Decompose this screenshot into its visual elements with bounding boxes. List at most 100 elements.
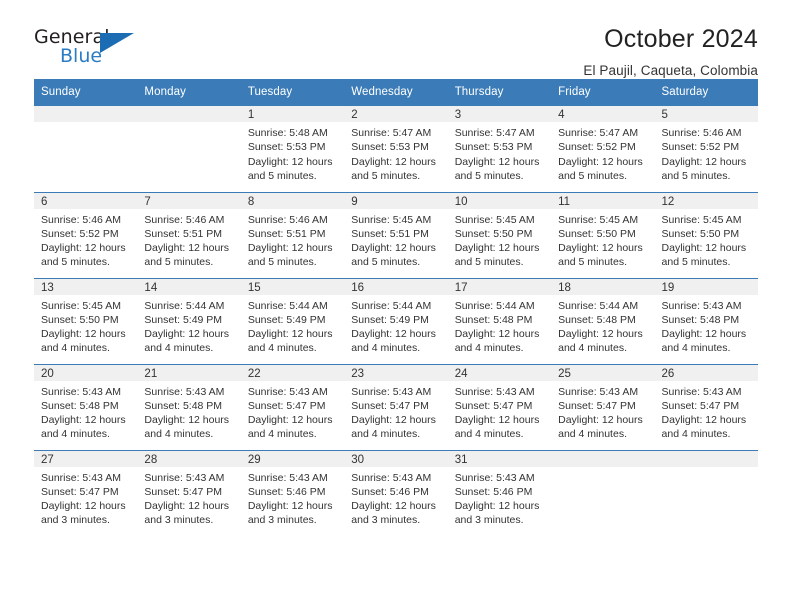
day-details: Sunrise: 5:43 AM Sunset: 5:48 PM Daylight:… — [137, 381, 240, 442]
calendar-day-cell[interactable]: 20 Sunrise: 5:43 AM Sunset: 5:48 PM Dayligh… — [34, 363, 138, 450]
day-details: Sunrise: 5:46 AM Sunset: 5:52 PM Daylight:… — [34, 209, 137, 270]
calendar-day-cell[interactable]: 11 Sunrise: 5:45 AM Sunset: 5:50 PM Dayligh… — [551, 191, 655, 278]
weekday-header-friday: Friday — [551, 79, 655, 106]
calendar-day-cell[interactable]: 28 Sunrise: 5:43 AM Sunset: 5:47 PM Dayligh… — [137, 449, 241, 536]
calendar-day-cell[interactable]: 9 Sunrise: 5:45 AM Sunset: 5:51 PM Daylight… — [344, 191, 448, 278]
calendar-day-cell[interactable]: 13 Sunrise: 5:45 AM Sunset: 5:50 PM Dayligh… — [34, 277, 138, 364]
sunrise-text: Sunrise: 5:45 AM — [351, 213, 432, 226]
day-details: Sunrise: 5:43 AM Sunset: 5:47 PM Daylight:… — [344, 381, 447, 442]
day-number: 31 — [447, 450, 552, 467]
day-details: Sunrise: 5:43 AM Sunset: 5:46 PM Daylight:… — [241, 467, 344, 528]
sunrise-text: Sunrise: 5:47 AM — [558, 127, 639, 139]
sunrise-text: Sunrise: 5:43 AM — [454, 471, 535, 484]
daylight-text: Daylight: 12 hours and 4 minutes. — [351, 328, 436, 355]
sunset-text: Sunset: 5:46 PM — [351, 485, 429, 498]
calendar-day-cell[interactable]: 25 Sunrise: 5:43 AM Sunset: 5:47 PM Dayligh… — [551, 363, 655, 450]
calendar-week-row: 1 Sunrise: 5:48 AM Sunset: 5:53 PM Daylight… — [34, 106, 758, 192]
day-details: Sunrise: 5:47 AM Sunset: 5:52 PM Daylight:… — [551, 122, 654, 183]
calendar-day-cell[interactable]: 1 Sunrise: 5:48 AM Sunset: 5:53 PM Daylight… — [240, 106, 345, 192]
day-details: Sunrise: 5:45 AM Sunset: 5:51 PM Daylight:… — [344, 209, 447, 270]
logo-triangle-icon — [100, 33, 134, 53]
daylight-text: Daylight: 12 hours and 3 minutes. — [454, 500, 540, 527]
calendar-day-cell[interactable]: 5 Sunrise: 5:46 AM Sunset: 5:52 PM Daylight… — [654, 106, 758, 192]
daylight-text: Daylight: 12 hours and 5 minutes. — [41, 242, 126, 269]
sunset-text: Sunset: 5:47 PM — [144, 485, 223, 498]
calendar-day-cell[interactable]: 16 Sunrise: 5:44 AM Sunset: 5:49 PM Dayligh… — [344, 277, 448, 364]
calendar-day-cell[interactable]: 6 Sunrise: 5:46 AM Sunset: 5:52 PM Daylight… — [34, 191, 138, 278]
calendar-day-cell-empty — [137, 106, 241, 192]
sunset-text: Sunset: 5:53 PM — [247, 141, 326, 154]
day-details: Sunrise: 5:44 AM Sunset: 5:48 PM Daylight:… — [551, 295, 654, 356]
daylight-text: Daylight: 12 hours and 4 minutes. — [454, 328, 540, 355]
sunset-text: Sunset: 5:51 PM — [247, 227, 326, 240]
general-blue-logo[interactable]: General Blue — [34, 26, 144, 72]
day-details: Sunrise: 5:43 AM Sunset: 5:47 PM Daylight:… — [34, 467, 137, 528]
day-details: Sunrise: 5:48 AM Sunset: 5:53 PM Daylight:… — [241, 122, 344, 183]
calendar-day-cell[interactable]: 22 Sunrise: 5:43 AM Sunset: 5:47 PM Dayligh… — [240, 363, 345, 450]
calendar-day-cell[interactable]: 10 Sunrise: 5:45 AM Sunset: 5:50 PM Dayligh… — [447, 191, 552, 278]
daylight-text: Daylight: 12 hours and 4 minutes. — [558, 328, 643, 355]
daylight-text: Daylight: 12 hours and 3 minutes. — [351, 500, 436, 527]
calendar-day-cell[interactable]: 15 Sunrise: 5:44 AM Sunset: 5:49 PM Dayligh… — [240, 277, 345, 364]
calendar-day-cell[interactable]: 31 Sunrise: 5:43 AM Sunset: 5:46 PM Dayligh… — [447, 449, 552, 536]
weekday-header-sunday: Sunday — [34, 79, 138, 106]
calendar-day-cell[interactable]: 2 Sunrise: 5:47 AM Sunset: 5:53 PM Daylight… — [344, 106, 448, 192]
day-number: 12 — [654, 192, 758, 209]
day-details: Sunrise: 5:43 AM Sunset: 5:46 PM Daylight:… — [448, 467, 551, 528]
sunset-text: Sunset: 5:48 PM — [144, 399, 223, 412]
calendar-day-cell[interactable]: 18 Sunrise: 5:44 AM Sunset: 5:48 PM Dayligh… — [551, 277, 655, 364]
day-number: 28 — [137, 450, 241, 467]
calendar-day-cell[interactable]: 29 Sunrise: 5:43 AM Sunset: 5:46 PM Dayligh… — [240, 449, 345, 536]
day-details: Sunrise: 5:46 AM Sunset: 5:51 PM Daylight:… — [137, 209, 240, 270]
day-number: 29 — [240, 450, 345, 467]
day-details: Sunrise: 5:46 AM Sunset: 5:51 PM Daylight:… — [241, 209, 344, 270]
day-number: 2 — [344, 106, 448, 122]
day-number: 9 — [344, 192, 448, 209]
sunset-text: Sunset: 5:49 PM — [144, 313, 223, 326]
daylight-text: Daylight: 12 hours and 5 minutes. — [558, 155, 643, 182]
daylight-text: Daylight: 12 hours and 5 minutes. — [558, 242, 643, 269]
calendar-day-cell[interactable]: 26 Sunrise: 5:43 AM Sunset: 5:47 PM Dayligh… — [654, 363, 758, 450]
page-header: General Blue October 2024 El Paujil, Caq… — [34, 0, 758, 79]
daylight-text: Daylight: 12 hours and 4 minutes. — [558, 414, 643, 441]
sunrise-text: Sunrise: 5:43 AM — [41, 471, 121, 484]
calendar-day-cell[interactable]: 4 Sunrise: 5:47 AM Sunset: 5:52 PM Daylight… — [551, 106, 655, 192]
sunset-text: Sunset: 5:50 PM — [558, 227, 636, 240]
calendar-day-cell[interactable]: 21 Sunrise: 5:43 AM Sunset: 5:48 PM Dayligh… — [137, 363, 241, 450]
day-details: Sunrise: 5:44 AM Sunset: 5:48 PM Daylight:… — [448, 295, 551, 356]
daylight-text: Daylight: 12 hours and 4 minutes. — [144, 328, 230, 355]
sunset-text: Sunset: 5:47 PM — [351, 399, 429, 412]
calendar-day-cell[interactable]: 19 Sunrise: 5:43 AM Sunset: 5:48 PM Dayligh… — [654, 277, 758, 364]
calendar-day-cell[interactable]: 27 Sunrise: 5:43 AM Sunset: 5:47 PM Dayligh… — [34, 449, 138, 536]
calendar-week-row: 6 Sunrise: 5:46 AM Sunset: 5:52 PM Daylight… — [34, 191, 758, 278]
sunset-text: Sunset: 5:50 PM — [41, 313, 119, 326]
day-details: Sunrise: 5:45 AM Sunset: 5:50 PM Daylight:… — [551, 209, 654, 270]
sunrise-text: Sunrise: 5:44 AM — [558, 299, 639, 312]
calendar-day-cell[interactable]: 3 Sunrise: 5:47 AM Sunset: 5:53 PM Daylight… — [447, 106, 552, 192]
calendar-day-cell[interactable]: 30 Sunrise: 5:43 AM Sunset: 5:46 PM Dayligh… — [344, 449, 448, 536]
day-number: 11 — [551, 192, 655, 209]
calendar-day-cell[interactable]: 17 Sunrise: 5:44 AM Sunset: 5:48 PM Dayligh… — [447, 277, 552, 364]
daylight-text: Daylight: 12 hours and 5 minutes. — [454, 155, 540, 182]
daylight-text: Daylight: 12 hours and 4 minutes. — [661, 328, 747, 355]
day-number — [654, 450, 758, 467]
calendar-day-cell[interactable]: 12 Sunrise: 5:45 AM Sunset: 5:50 PM Dayligh… — [654, 191, 758, 278]
day-number: 17 — [447, 278, 552, 295]
calendar-day-cell[interactable]: 23 Sunrise: 5:43 AM Sunset: 5:47 PM Dayligh… — [344, 363, 448, 450]
day-number: 22 — [240, 364, 345, 381]
calendar-day-cell[interactable]: 7 Sunrise: 5:46 AM Sunset: 5:51 PM Daylight… — [137, 191, 241, 278]
page-title: October 2024 — [604, 25, 758, 53]
calendar-day-cell[interactable]: 8 Sunrise: 5:46 AM Sunset: 5:51 PM Daylight… — [240, 191, 345, 278]
day-number — [34, 106, 138, 122]
day-number: 19 — [654, 278, 758, 295]
calendar-day-cell[interactable]: 14 Sunrise: 5:44 AM Sunset: 5:49 PM Dayligh… — [137, 277, 241, 364]
sunset-text: Sunset: 5:50 PM — [454, 227, 533, 240]
weekday-header-tuesday: Tuesday — [240, 79, 345, 106]
sunrise-text: Sunrise: 5:43 AM — [144, 385, 225, 398]
daylight-text: Daylight: 12 hours and 3 minutes. — [247, 500, 333, 527]
sunset-text: Sunset: 5:47 PM — [661, 399, 740, 412]
day-details: Sunrise: 5:46 AM Sunset: 5:52 PM Daylight:… — [655, 122, 758, 183]
logo-text-blue: Blue — [60, 45, 103, 67]
calendar-day-cell[interactable]: 24 Sunrise: 5:43 AM Sunset: 5:47 PM Dayligh… — [447, 363, 552, 450]
day-details: Sunrise: 5:44 AM Sunset: 5:49 PM Daylight:… — [137, 295, 240, 356]
